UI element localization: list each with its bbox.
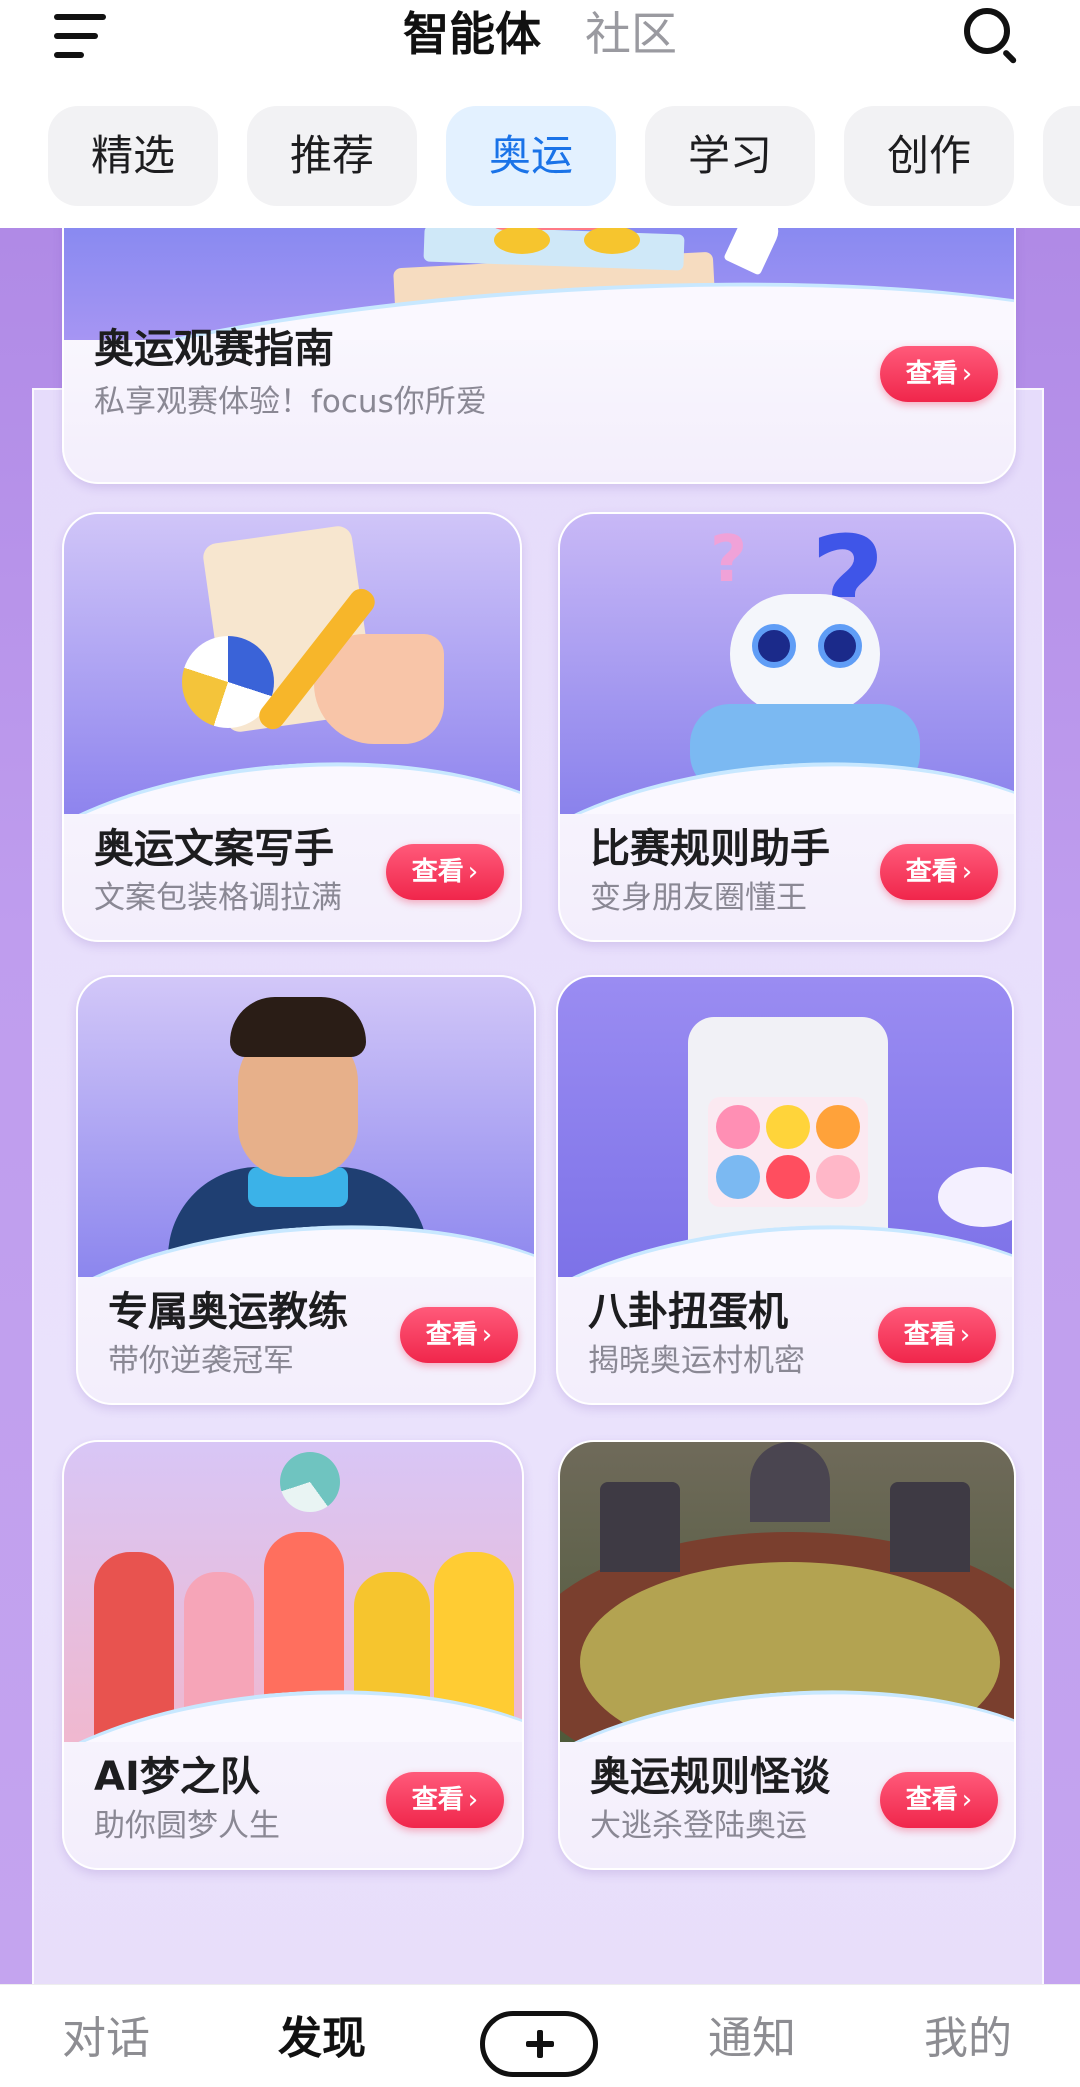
- category-chip-row: 精选 推荐 奥运 学习 创作: [48, 106, 1080, 206]
- view-button[interactable]: 查看 ›: [386, 1772, 504, 1828]
- card-subtitle: 助你圆梦人生: [94, 1808, 280, 1844]
- search-icon[interactable]: [964, 8, 1018, 65]
- agent-card-gossip-gacha[interactable]: 八卦扭蛋机 揭晓奥运村机密 查看 ›: [556, 975, 1014, 1405]
- chevron-right-icon: ›: [481, 1320, 493, 1350]
- card-illustration: ? ?: [560, 514, 1014, 814]
- agent-card-rules-horror[interactable]: 奥运规则怪谈 大逃杀登陆奥运 查看 ›: [558, 1440, 1016, 1870]
- view-button[interactable]: 查看 ›: [386, 844, 504, 900]
- card-title: 奥运观赛指南: [94, 326, 334, 372]
- category-chip-more[interactable]: [1043, 106, 1080, 206]
- view-button[interactable]: 查看 ›: [880, 844, 998, 900]
- tab-agents[interactable]: 智能体: [403, 4, 541, 64]
- agent-card-copywriter[interactable]: 奥运文案写手 文案包装格调拉满 查看 ›: [62, 512, 522, 942]
- card-illustration: [78, 977, 534, 1277]
- card-subtitle: 私享观赛体验！focus你所爱: [94, 384, 487, 420]
- question-mark-small-icon: ?: [710, 523, 748, 597]
- view-button-label: 查看: [905, 1785, 958, 1815]
- agent-card-viewing-guide[interactable]: 奥运观赛指南 私享观赛体验！focus你所爱 查看 ›: [62, 190, 1016, 484]
- card-subtitle: 揭晓奥运村机密: [588, 1343, 805, 1379]
- agent-card-olympic-coach[interactable]: 专属奥运教练 带你逆袭冠军 查看 ›: [76, 975, 536, 1405]
- view-button[interactable]: 查看 ›: [400, 1307, 518, 1363]
- card-title: 奥运规则怪谈: [590, 1754, 830, 1800]
- volleyball-icon: [280, 1452, 340, 1512]
- agent-card-rules-assistant[interactable]: ? ? 比赛规则助手 变身朋友圈懂王 查看 ›: [558, 512, 1016, 942]
- nav-item-chat[interactable]: 对话: [62, 2009, 150, 2069]
- view-button[interactable]: 查看 ›: [878, 1307, 996, 1363]
- view-button-label: 查看: [903, 1320, 956, 1350]
- category-chip-featured[interactable]: 精选: [48, 106, 218, 206]
- card-title: 比赛规则助手: [590, 826, 830, 872]
- view-button[interactable]: 查看 ›: [880, 1772, 998, 1828]
- chevron-right-icon: ›: [467, 1785, 479, 1815]
- tab-community[interactable]: 社区: [585, 4, 677, 64]
- chevron-right-icon: ›: [961, 359, 973, 389]
- card-subtitle: 变身朋友圈懂王: [590, 880, 807, 916]
- view-button-label: 查看: [425, 1320, 478, 1350]
- card-illustration: [560, 1442, 1014, 1742]
- view-button-label: 查看: [905, 359, 958, 389]
- chevron-right-icon: ›: [959, 1320, 971, 1350]
- card-title: 专属奥运教练: [108, 1289, 348, 1335]
- card-subtitle: 带你逆袭冠军: [108, 1343, 294, 1379]
- card-title: 八卦扭蛋机: [588, 1289, 788, 1335]
- card-illustration: [558, 977, 1012, 1277]
- card-title: AI梦之队: [94, 1754, 260, 1800]
- view-button-label: 查看: [411, 857, 464, 887]
- top-header: 智能体 社区 精选 推荐 奥运 学习 创作: [0, 0, 1080, 228]
- view-button-label: 查看: [411, 1785, 464, 1815]
- bottom-nav-bar: 对话 发现 通知 我的: [0, 1984, 1080, 2087]
- chevron-right-icon: ›: [467, 857, 479, 887]
- agent-card-dream-team[interactable]: AI梦之队 助你圆梦人生 查看 ›: [62, 1440, 524, 1870]
- nav-item-profile[interactable]: 我的: [924, 2009, 1012, 2069]
- card-subtitle: 文案包装格调拉满: [94, 880, 342, 916]
- card-illustration: [64, 514, 520, 814]
- chevron-right-icon: ›: [961, 857, 973, 887]
- category-chip-olympics[interactable]: 奥运: [446, 106, 616, 206]
- card-subtitle: 大逃杀登陆奥运: [590, 1808, 807, 1844]
- top-tab-bar: 智能体 社区: [0, 4, 1080, 64]
- card-illustration: [64, 1442, 522, 1742]
- card-title: 奥运文案写手: [94, 826, 334, 872]
- nav-item-notifications[interactable]: 通知: [708, 2009, 796, 2069]
- category-chip-create[interactable]: 创作: [844, 106, 1014, 206]
- category-chip-study[interactable]: 学习: [645, 106, 815, 206]
- nav-item-discover[interactable]: 发现: [278, 2009, 366, 2069]
- plus-icon[interactable]: [480, 2011, 598, 2077]
- category-chip-recommended[interactable]: 推荐: [247, 106, 417, 206]
- chevron-right-icon: ›: [961, 1785, 973, 1815]
- view-button-label: 查看: [905, 857, 958, 887]
- view-button[interactable]: 查看 ›: [880, 346, 998, 402]
